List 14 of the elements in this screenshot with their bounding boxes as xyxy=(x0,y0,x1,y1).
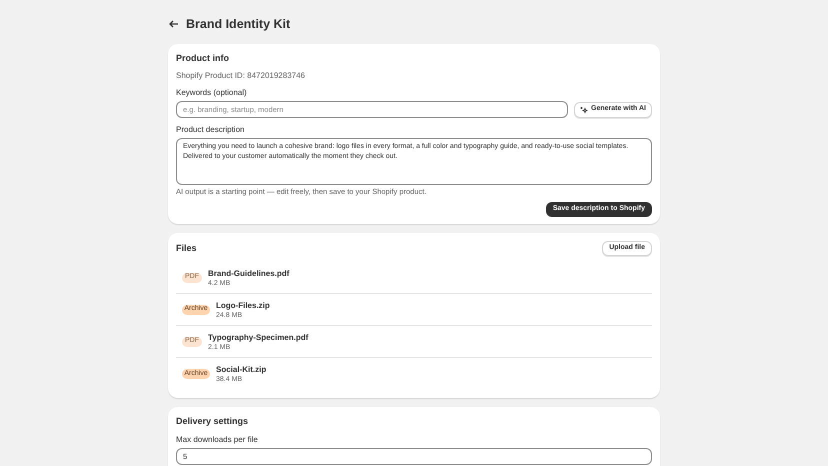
card-heading: Files xyxy=(176,242,197,254)
file-name: Logo-Files.zip xyxy=(216,300,270,310)
file-name: Brand-Guidelines.pdf xyxy=(208,268,290,278)
file-name: Social-Kit.zip xyxy=(216,364,266,375)
back-arrow-icon[interactable] xyxy=(168,18,180,30)
max-downloads-label: Max downloads per file xyxy=(176,435,259,445)
page-title: Brand Identity Kit xyxy=(186,16,290,33)
sparkle-icon xyxy=(580,106,588,114)
product-id-text: Shopify Product ID: 8472019283746 xyxy=(176,71,306,81)
card-heading: Product info xyxy=(176,52,230,64)
file-name: Typography-Specimen.pdf xyxy=(208,332,308,342)
keywords-label: Keywords (optional) xyxy=(176,88,248,98)
description-label: Product description xyxy=(176,125,246,135)
card-heading: Delivery settings xyxy=(176,415,250,427)
